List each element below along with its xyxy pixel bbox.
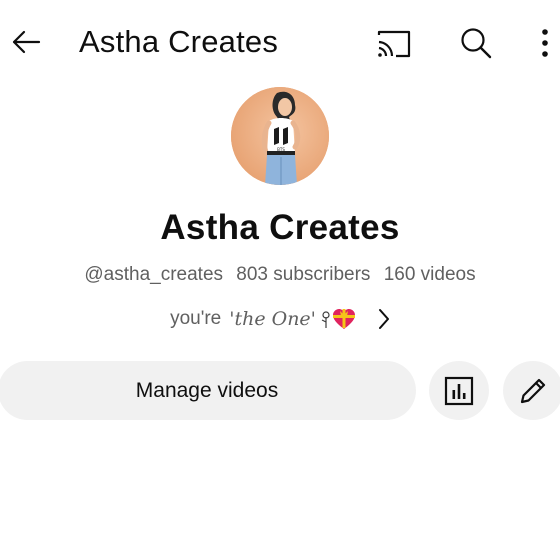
subscriber-count: 803 subscribers	[236, 264, 371, 285]
channel-handle: @astha_creates	[84, 264, 224, 285]
description-quote: 'the One'	[229, 308, 316, 330]
more-vertical-icon	[542, 29, 548, 57]
back-arrow-icon	[12, 30, 41, 54]
top-app-bar: Astha Creates	[0, 0, 560, 86]
search-icon	[461, 28, 492, 59]
video-count: 160 videos	[383, 264, 476, 285]
chevron-right-icon	[378, 308, 390, 330]
pencil-icon	[520, 378, 546, 403]
heart-with-ribbon-icon	[332, 309, 355, 329]
manage-videos-button[interactable]: Manage videos	[0, 361, 416, 420]
cast-icon	[377, 30, 411, 58]
channel-meta: @astha_creates 803 subscribers 160 video…	[0, 264, 560, 286]
more-options-button[interactable]	[530, 22, 560, 64]
search-button[interactable]	[455, 22, 497, 64]
analytics-icon	[444, 376, 474, 405]
channel-description[interactable]: you're 'the One'	[0, 303, 560, 335]
cast-button[interactable]	[374, 24, 414, 64]
description-prefix: you're	[170, 308, 222, 329]
edit-channel-button[interactable]	[503, 361, 560, 420]
page-title: Astha Creates	[79, 24, 279, 59]
analytics-button[interactable]	[429, 361, 489, 420]
back-button[interactable]	[6, 22, 46, 62]
rose-icon	[321, 311, 330, 328]
channel-name: Astha Creates	[160, 208, 400, 247]
manage-videos-label: Manage videos	[135, 378, 279, 402]
channel-avatar[interactable]: BTS	[231, 87, 329, 185]
avatar-illustration-icon: BTS	[231, 87, 329, 185]
emoji-icons	[320, 308, 356, 330]
